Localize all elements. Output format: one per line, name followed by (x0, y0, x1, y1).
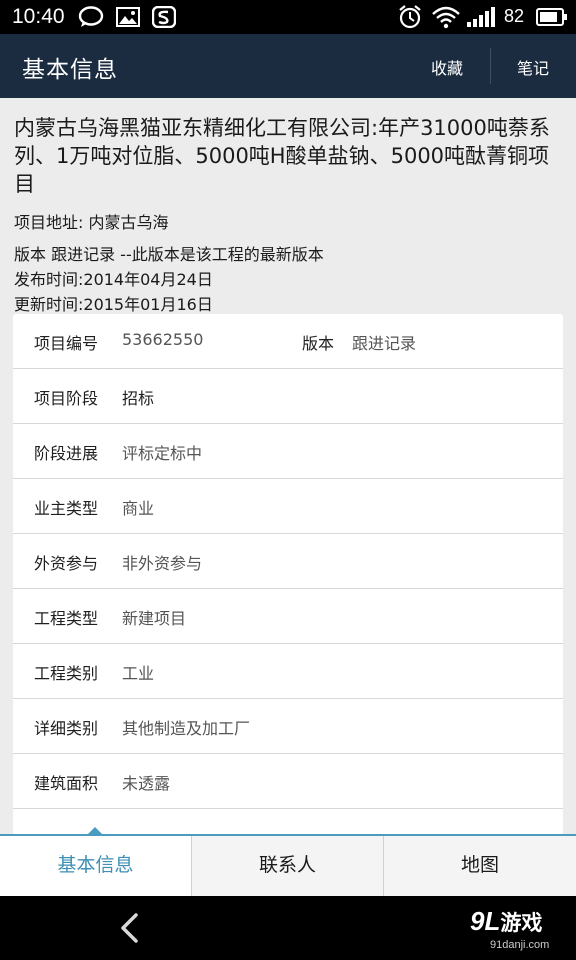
detail-row-eng-type: 工程类型 新建项目 (13, 589, 563, 644)
content-area: 内蒙古乌海黑猫亚东精细化工有限公司:年产31000吨萘系列、1万吨对位脂、500… (0, 98, 576, 834)
detail-label: 业主类型 (34, 499, 99, 518)
updated-time: 更新时间:2015年01月16日 (14, 295, 213, 314)
detail-row-progress: 阶段进展 评标定标中 (13, 424, 563, 479)
detail-label: 工程类型 (34, 609, 99, 628)
chat-bubble-icon (78, 6, 104, 27)
detail-label: 建筑面积 (34, 774, 99, 793)
app-s-icon (152, 6, 176, 28)
tab-map[interactable]: 地图 (384, 836, 576, 896)
system-nav-bar: 9L游戏 91danji.com (0, 896, 576, 960)
image-icon (116, 7, 140, 27)
detail-value: 工业 (122, 664, 155, 683)
detail-row-area: 建筑面积 未透露 (13, 754, 563, 809)
detail-label: 工程类别 (34, 664, 99, 683)
detail-row-eng-cat: 工程类别 工业 (13, 644, 563, 699)
details-card: 项目编号 53662550 版本 跟进记录 项目阶段 招标 阶段进展 评标定标中… (13, 314, 563, 834)
active-tab-indicator (88, 827, 102, 834)
notes-button[interactable]: 笔记 (517, 55, 549, 79)
favorite-button[interactable]: 收藏 (431, 55, 463, 79)
tab-contacts[interactable]: 联系人 (192, 836, 383, 896)
status-time: 10:40 (12, 5, 65, 28)
watermark-logo: 9L游戏 91danji.com (470, 906, 550, 951)
battery-icon (536, 8, 567, 26)
detail-value: 非外资参与 (122, 554, 203, 573)
back-icon[interactable] (116, 912, 144, 944)
alarm-icon (399, 5, 421, 29)
tab-basic-info[interactable]: 基本信息 (0, 836, 191, 896)
detail-label: 项目编号 (34, 334, 99, 353)
detail-value: 其他制造及加工厂 (122, 719, 251, 738)
detail-row-foreign: 外资参与 非外资参与 (13, 534, 563, 589)
signal-icon (467, 7, 495, 27)
detail-row-project-no: 项目编号 53662550 版本 跟进记录 (13, 314, 563, 369)
detail-label: 阶段进展 (34, 444, 99, 463)
detail-row-detail-cat: 详细类别 其他制造及加工厂 (13, 699, 563, 754)
bottom-tabs: 基本信息 联系人 地图 (0, 827, 576, 896)
detail-row-stage: 项目阶段 招标 (13, 369, 563, 424)
detail-value: 新建项目 (122, 609, 187, 628)
page-title: 基本信息 (22, 57, 118, 83)
detail-label: 版本 (302, 334, 335, 353)
detail-row-owner-type: 业主类型 商业 (13, 479, 563, 534)
detail-value: 未透露 (122, 774, 171, 793)
detail-label: 外资参与 (34, 554, 99, 573)
wifi-icon (432, 6, 460, 29)
detail-value: 评标定标中 (122, 444, 203, 463)
detail-value: 招标 (122, 389, 155, 408)
watermark-url: 91danji.com (490, 939, 550, 951)
published-time: 发布时间:2014年04月24日 (14, 270, 213, 289)
status-bar: 10:40 82 (0, 0, 576, 34)
detail-label: 详细类别 (34, 719, 99, 738)
detail-value: 53662550 (122, 330, 204, 349)
project-title: 内蒙古乌海黑猫亚东精细化工有限公司:年产31000吨萘系列、1万吨对位脂、500… (14, 116, 550, 196)
project-address: 项目地址: 内蒙古乌海 (14, 213, 169, 232)
detail-label: 项目阶段 (34, 389, 99, 408)
detail-value: 跟进记录 (352, 334, 417, 353)
app-bar-divider (490, 48, 491, 84)
detail-value: 商业 (122, 499, 155, 518)
battery-level: 82 (504, 6, 525, 26)
app-bar: 基本信息 收藏 笔记 (0, 34, 576, 98)
version-line: 版本 跟进记录 --此版本是该工程的最新版本 (14, 245, 324, 264)
